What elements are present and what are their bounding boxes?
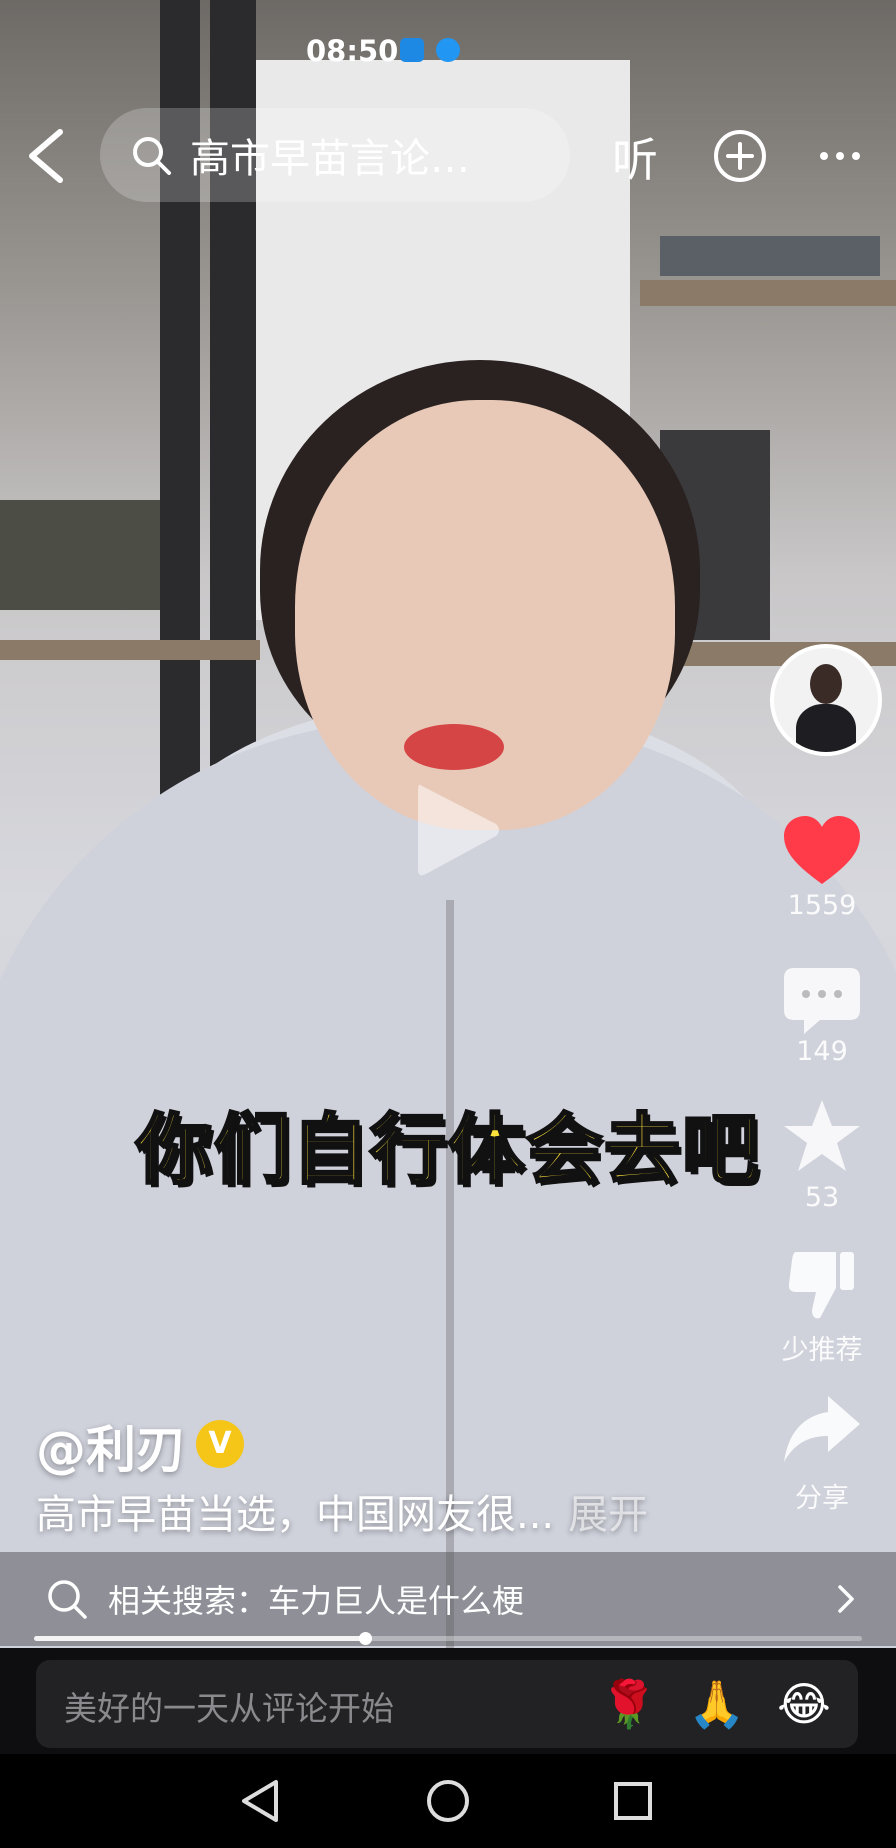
expand-button[interactable]: 展开 bbox=[568, 1492, 648, 1538]
like-heart-icon[interactable] bbox=[780, 812, 864, 888]
rose-emoji[interactable]: 🌹 bbox=[600, 1676, 657, 1732]
author-name[interactable]: @利刃 bbox=[36, 1410, 186, 1482]
nav-recents-icon[interactable] bbox=[608, 1776, 658, 1826]
related-search-text: 相关搜索：车力巨人是什么梗 bbox=[108, 1582, 525, 1620]
search-query: 高市早苗言论… bbox=[190, 136, 470, 182]
add-icon[interactable] bbox=[712, 128, 768, 184]
search-bar[interactable]: 高市早苗言论… bbox=[100, 108, 570, 202]
nav-back-icon[interactable] bbox=[236, 1776, 286, 1826]
like-count: 1559 bbox=[787, 890, 857, 921]
related-search-bar[interactable]: 相关搜索：车力巨人是什么梗 bbox=[0, 1552, 896, 1646]
description-text: 高市早苗当选，中国网友很... bbox=[36, 1492, 555, 1538]
listen-button[interactable]: 听 bbox=[612, 124, 658, 190]
dislike-icon[interactable] bbox=[780, 1246, 864, 1322]
search-icon bbox=[48, 1580, 87, 1619]
chevron-right-icon bbox=[838, 1585, 854, 1613]
shelf-board bbox=[640, 280, 896, 306]
share-label: 分享 bbox=[795, 1483, 849, 1514]
face bbox=[295, 400, 675, 830]
laugh-emoji[interactable]: 😂 bbox=[776, 1676, 832, 1732]
avatar-head bbox=[810, 664, 842, 704]
comment-count: 149 bbox=[796, 1036, 848, 1067]
back-icon[interactable] bbox=[24, 128, 70, 184]
shelf-post bbox=[0, 500, 160, 610]
video-description[interactable]: 高市早苗当选，中国网友很... 展开 bbox=[36, 1482, 648, 1540]
comment-icon[interactable] bbox=[780, 962, 864, 1038]
comment-placeholder: 美好的一天从评论开始 bbox=[64, 1689, 394, 1728]
play-icon[interactable] bbox=[412, 778, 502, 882]
author-avatar[interactable] bbox=[770, 644, 882, 756]
dislike-label: 少推荐 bbox=[781, 1335, 863, 1366]
video-caption: 你们自行体会去吧 bbox=[135, 1104, 760, 1196]
status-time: 08:50 bbox=[306, 34, 399, 68]
lips bbox=[404, 724, 504, 770]
nav-home-icon[interactable] bbox=[423, 1776, 473, 1826]
avatar-body bbox=[796, 704, 856, 752]
share-icon[interactable] bbox=[780, 1392, 864, 1468]
shelf-post bbox=[660, 236, 880, 276]
shelf-board bbox=[0, 640, 260, 660]
pray-emoji[interactable]: 🙏 bbox=[688, 1676, 745, 1732]
verified-badge: V bbox=[196, 1420, 244, 1468]
browser-notification-icon bbox=[436, 38, 460, 62]
progress-fill bbox=[34, 1636, 366, 1641]
video-progress-bar[interactable] bbox=[34, 1632, 862, 1645]
more-icon[interactable] bbox=[818, 150, 862, 162]
app-notification-icon bbox=[400, 38, 424, 62]
search-icon bbox=[133, 137, 171, 175]
